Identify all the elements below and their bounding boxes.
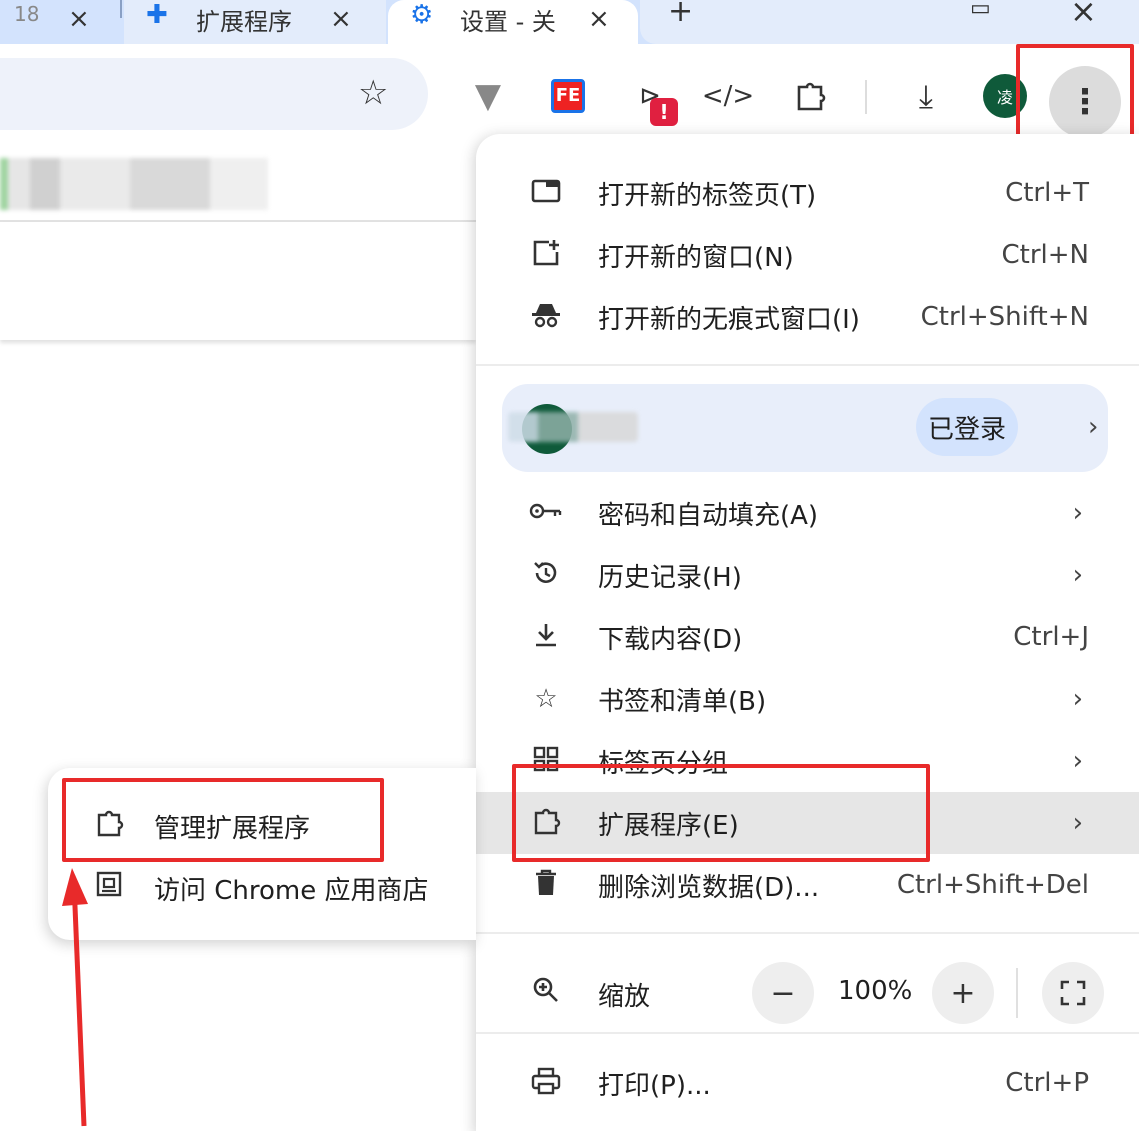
- menu-label: 删除浏览数据(D)...: [598, 872, 820, 903]
- extension-alert-badge: !: [650, 98, 678, 126]
- menu-item-new-window[interactable]: 打开新的窗口(N) Ctrl+N: [476, 224, 1139, 286]
- gear-icon: ⚙: [410, 0, 434, 30]
- tab-3-close-icon[interactable]: ×: [588, 4, 610, 34]
- tab-2[interactable]: ✚ 扩展程序 ×: [124, 0, 386, 44]
- menu-shortcut: Ctrl+P: [1005, 1068, 1089, 1098]
- menu-item-downloads[interactable]: 下载内容(D) Ctrl+J: [476, 606, 1139, 668]
- menu-item-clear-data[interactable]: 删除浏览数据(D)... Ctrl+Shift+Del: [476, 854, 1139, 916]
- zoom-icon: [528, 976, 564, 1011]
- menu-item-history[interactable]: 历史记录(H) ›: [476, 544, 1139, 606]
- zoom-label: 缩放: [598, 982, 651, 1012]
- blurred-profile-name: [508, 412, 638, 442]
- menu-zoom-row: 缩放 − 100% +: [476, 952, 1139, 1034]
- toolbar: ☆ ▼ FE ⊳ </> ⤓: [0, 44, 1139, 144]
- tab-2-close-icon[interactable]: ×: [330, 4, 352, 34]
- menu-label: 打印(P)...: [598, 1070, 711, 1101]
- menu-shortcut: Ctrl+T: [1005, 178, 1089, 208]
- fullscreen-button[interactable]: [1042, 962, 1104, 1024]
- highlight-manage-extensions: [62, 778, 384, 862]
- star-icon: ☆: [534, 684, 558, 714]
- tab-strip: 18 × ✚ 扩展程序 × ⚙ 设置 - 关 × + ▭ ×: [0, 0, 1139, 46]
- menu-label: 下载内容(D): [598, 624, 743, 655]
- highlight-extensions-item: [512, 764, 930, 862]
- menu-profile-row[interactable]: 已登录 ›: [502, 384, 1108, 472]
- menu-label: 历史记录(H): [598, 562, 742, 593]
- printer-icon: [528, 1067, 564, 1100]
- menu-item-new-tab[interactable]: 打开新的标签页(T) Ctrl+T: [476, 162, 1139, 224]
- menu-separator: [476, 364, 1139, 366]
- trash-icon: [528, 869, 564, 902]
- blurred-page-content: [0, 158, 268, 210]
- download-icon[interactable]: ⤓: [904, 74, 948, 118]
- chrome-main-menu: 打开新的标签页(T) Ctrl+T 打开新的窗口(N) Ctrl+N 打开新的无…: [476, 134, 1139, 1131]
- chevron-right-icon: ›: [1088, 412, 1099, 442]
- zoom-separator: [1016, 968, 1018, 1018]
- signed-in-badge: 已登录: [916, 398, 1018, 456]
- menu-label: 打开新的窗口(N): [598, 242, 794, 273]
- menu-label: 打开新的无痕式窗口(I): [598, 304, 860, 335]
- tab-1-close-icon[interactable]: ×: [68, 4, 90, 34]
- menu-item-bookmarks[interactable]: ☆ 书签和清单(B) ›: [476, 668, 1139, 730]
- bookmark-star-icon[interactable]: ☆: [358, 76, 388, 110]
- menu-item-passwords[interactable]: 密码和自动填充(A) ›: [476, 482, 1139, 544]
- menu-label: 密码和自动填充(A): [598, 500, 819, 531]
- zoom-in-button[interactable]: +: [932, 962, 994, 1024]
- page-card: [0, 222, 476, 340]
- chevron-right-icon: ›: [1072, 746, 1083, 776]
- fe-helper-icon[interactable]: FE: [551, 79, 585, 113]
- chevron-right-icon: ›: [1072, 808, 1083, 838]
- download-icon: [528, 621, 564, 654]
- tab-3-title: 设置 - 关: [460, 8, 556, 36]
- menu-shortcut: Ctrl+N: [1001, 240, 1090, 270]
- tab-2-title: 扩展程序: [196, 8, 292, 36]
- history-icon: [528, 559, 564, 592]
- menu-separator: [476, 1032, 1139, 1034]
- annotation-arrow: [62, 868, 88, 1127]
- tab-1[interactable]: 18 ×: [0, 0, 118, 44]
- menu-item-print[interactable]: 打印(P)... Ctrl+P: [476, 1052, 1139, 1114]
- vue-devtools-icon[interactable]: ▼: [466, 74, 510, 118]
- zoom-out-button[interactable]: −: [752, 962, 814, 1024]
- menu-shortcut: Ctrl+J: [1013, 622, 1089, 652]
- window-close-icon[interactable]: ×: [1070, 0, 1097, 30]
- tab-3-active[interactable]: ⚙ 设置 - 关 ×: [388, 0, 638, 44]
- new-tab-button[interactable]: +: [668, 0, 693, 29]
- tab-separator: [120, 0, 122, 18]
- zoom-value: 100%: [838, 976, 913, 1006]
- window-controls: + ▭ ×: [640, 0, 1139, 44]
- menu-label: 书签和清单(B): [598, 686, 767, 717]
- menu-separator: [476, 932, 1139, 934]
- menu-shortcut: Ctrl+Shift+N: [920, 302, 1089, 332]
- new-window-icon: [528, 238, 564, 273]
- menu-shortcut: Ctrl+Shift+Del: [896, 870, 1089, 900]
- toolbar-separator: [865, 80, 867, 114]
- extensions-puzzle-icon[interactable]: [788, 74, 832, 118]
- code-icon[interactable]: </>: [702, 74, 754, 118]
- menu-label: 打开新的标签页(T): [598, 180, 817, 211]
- tab-1-title: 18: [14, 2, 40, 26]
- chevron-right-icon: ›: [1072, 684, 1083, 714]
- menu-item-incognito[interactable]: 打开新的无痕式窗口(I) Ctrl+Shift+N: [476, 286, 1139, 348]
- restore-icon[interactable]: ▭: [970, 0, 991, 21]
- submenu-label: 访问 Chrome 应用商店: [154, 876, 429, 906]
- puzzle-icon: ✚: [146, 0, 168, 30]
- key-icon: [528, 500, 564, 526]
- incognito-icon: [528, 301, 564, 334]
- fullscreen-icon: [1060, 980, 1086, 1006]
- chevron-right-icon: ›: [1072, 560, 1083, 590]
- submenu-item-web-store[interactable]: 访问 Chrome 应用商店: [48, 854, 476, 916]
- new-tab-icon: [528, 178, 564, 209]
- chevron-right-icon: ›: [1072, 498, 1083, 528]
